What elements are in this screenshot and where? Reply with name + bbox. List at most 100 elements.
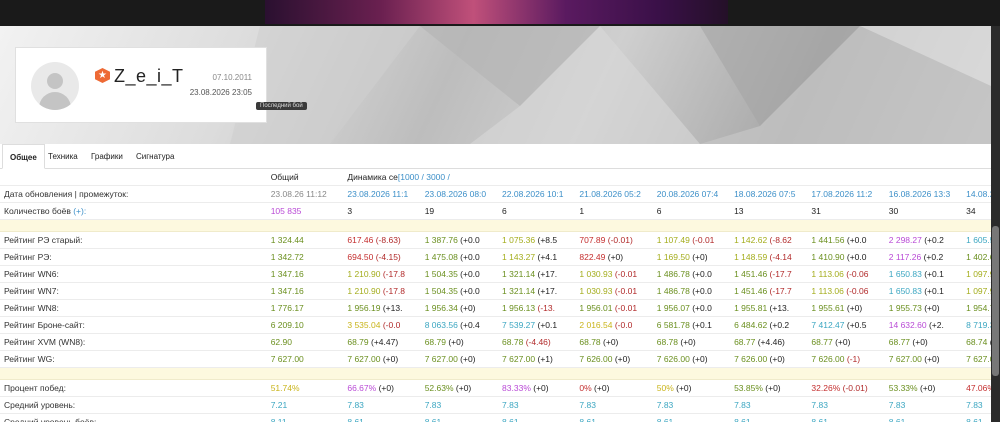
spacer-cell bbox=[0, 367, 991, 380]
spacer-cell bbox=[0, 219, 991, 232]
tab-vehicles[interactable]: Техника bbox=[41, 144, 85, 169]
dynamics-cell: 1 504.35 (+0.0 bbox=[421, 265, 500, 283]
cell-delta: (+0.1 bbox=[921, 269, 944, 279]
cell-delta: (-4.46) bbox=[523, 337, 551, 347]
dynamics-cell: 22.08.2026 10:1 bbox=[499, 185, 577, 203]
cell-delta: (+13. bbox=[380, 303, 403, 313]
row-label: Рейтинг WG: bbox=[0, 350, 268, 368]
cell-value: 617.46 bbox=[347, 235, 374, 245]
range-link-more[interactable]: / bbox=[445, 172, 450, 182]
cell-value: 1 486.78 bbox=[656, 286, 690, 296]
dynamics-cell: 1 956.07 (+0.0 bbox=[653, 299, 732, 317]
cell-value: 1 956.07 bbox=[656, 303, 690, 313]
table-row: Дата обновления | промежуток: 23.08.26 11… bbox=[0, 185, 991, 203]
row-label: Дата обновления | промежуток: bbox=[0, 185, 268, 203]
dynamics-cell: 1 210.90 (-17.8 bbox=[344, 282, 422, 300]
dynamics-cell: 13 bbox=[731, 202, 809, 220]
cell-value: 1 113.06 bbox=[811, 286, 844, 296]
row-label: Рейтинг WN6: bbox=[0, 265, 268, 283]
dynamics-cell: 7.83 bbox=[731, 396, 809, 414]
dynamics-cell: 7.83 bbox=[808, 396, 886, 414]
row-label-toggle[interactable]: (+): bbox=[71, 206, 86, 216]
dynamics-cell: 1 954.71 (+0) bbox=[963, 299, 991, 317]
dynamics-cell: 1 321.14 (+17. bbox=[499, 265, 577, 283]
cell-value: 1 504.35 bbox=[424, 286, 458, 296]
header-dynamics: Динамика се[1000 / 3000 / bbox=[344, 169, 991, 186]
cell-value: 68.78 bbox=[656, 337, 679, 347]
range-link-1000[interactable]: [1000 bbox=[398, 172, 419, 182]
range-link-3000[interactable]: / 3000 bbox=[419, 172, 446, 182]
cell-delta: (+0) bbox=[457, 354, 476, 364]
cell-delta: (+0) bbox=[453, 383, 472, 393]
dynamics-cell: 1 956.01 (-0.01 bbox=[576, 299, 654, 317]
row-label-text: Средний уровень: bbox=[4, 400, 76, 410]
cell-value: 8.61 bbox=[502, 417, 519, 422]
cell-delta: (-0.01) bbox=[840, 383, 868, 393]
dynamics-cell: 68.78 (-4.46) bbox=[499, 333, 577, 351]
cell-value: 7 627.00 bbox=[502, 354, 536, 364]
cell-value: 822.49 bbox=[579, 252, 606, 262]
cell-value: 1 113.06 bbox=[811, 269, 844, 279]
cell-value: 22.08.2026 10:1 bbox=[502, 189, 564, 199]
dynamics-cell: 1 955.81 (+13. bbox=[731, 299, 809, 317]
advert-banner[interactable] bbox=[265, 0, 728, 24]
cell-value: 7 627.00 bbox=[888, 354, 922, 364]
dynamics-cell: 694.50 (-4.15) bbox=[344, 248, 422, 266]
avatar[interactable] bbox=[31, 62, 79, 110]
dynamics-cell: 822.49 (+0) bbox=[576, 248, 654, 266]
cell-value: 1 475.08 bbox=[424, 252, 458, 262]
stats-table: Общий Динамика се[1000 / 3000 / Дата обн… bbox=[0, 169, 991, 422]
dynamics-cell: 8.61 bbox=[885, 413, 964, 422]
stats-table-wrapper[interactable]: Общий Динамика се[1000 / 3000 / Дата обн… bbox=[0, 169, 991, 422]
tab-signature[interactable]: Сигнатура bbox=[129, 144, 181, 169]
dynamics-cell: 47.06% (+0) bbox=[963, 379, 991, 397]
cell-value: 1 075.36 bbox=[502, 235, 536, 245]
total-value: 1 347.16 bbox=[267, 265, 345, 283]
cell-delta: (-17.7 bbox=[767, 269, 792, 279]
row-label-text: Рейтинг XVM (WN8): bbox=[4, 337, 86, 347]
total-value: 1 324.44 bbox=[267, 231, 345, 249]
table-row: Рейтинг РЭ: 1 342.72 694.50 (-4.15) 1 475.0… bbox=[0, 248, 991, 266]
dynamics-cell: 6 581.78 (+0.1 bbox=[653, 316, 732, 334]
scrollbar[interactable] bbox=[991, 26, 1000, 422]
row-label: Рейтинг Броне-сайт: bbox=[0, 316, 268, 334]
cell-value: 31 bbox=[811, 206, 821, 216]
cell-value: 8.61 bbox=[656, 417, 674, 422]
cell-value: 1 210.90 bbox=[347, 269, 381, 279]
cell-value: 1 387.76 bbox=[424, 235, 458, 245]
dynamics-cell: 8.61 bbox=[344, 413, 422, 422]
row-label: Рейтинг РЭ: bbox=[0, 248, 268, 266]
cell-value: 6 bbox=[656, 206, 662, 216]
row-label-text: Рейтинг WN7: bbox=[4, 286, 59, 296]
tab-general[interactable]: Общее bbox=[2, 144, 45, 169]
cell-value: 7 539.27 bbox=[502, 320, 536, 330]
dynamics-cell: 2 298.27 (+0.2 bbox=[885, 231, 964, 249]
cell-value: 68.77 bbox=[888, 337, 911, 347]
tab-charts[interactable]: Графики bbox=[84, 144, 130, 169]
cell-value: 68.77 bbox=[811, 337, 833, 347]
cell-value: 1 956.13 bbox=[502, 303, 536, 313]
last-battle-tooltip: Последний бой bbox=[256, 102, 307, 110]
cell-value: 8.61 bbox=[734, 417, 751, 422]
scrollbar-thumb[interactable] bbox=[992, 226, 999, 376]
cell-delta: (-0.06 bbox=[843, 269, 869, 279]
dynamics-cell: 1 956.13 (-13. bbox=[499, 299, 577, 317]
dynamics-cell: 1 113.06 (-0.06 bbox=[808, 265, 886, 283]
dynamics-cell: 68.74 (+0) bbox=[963, 333, 991, 351]
dynamics-cell: 1 143.27 (+4.1 bbox=[499, 248, 577, 266]
cell-delta: (-8.62 bbox=[767, 235, 792, 245]
cell-value: 707.89 bbox=[579, 235, 606, 245]
cell-delta: (+0) bbox=[376, 383, 394, 393]
cell-value: 1 956.01 bbox=[579, 303, 613, 313]
cell-value: 30 bbox=[888, 206, 899, 216]
total-value: 7 627.00 bbox=[267, 350, 345, 368]
dynamics-cell: 1 107.49 (-0.01 bbox=[653, 231, 732, 249]
cell-delta: (+0) bbox=[762, 383, 781, 393]
dynamics-cell: 1 387.76 (+0.0 bbox=[421, 231, 500, 249]
row-label: Процент побед: bbox=[0, 379, 268, 397]
dynamics-cell: 53.85% (+0) bbox=[731, 379, 809, 397]
cell-delta: (-0.01 bbox=[612, 269, 638, 279]
dynamics-cell: 1 321.14 (+17. bbox=[499, 282, 577, 300]
dynamics-cell: 1 bbox=[576, 202, 654, 220]
cell-value: 1 321.14 bbox=[502, 269, 536, 279]
